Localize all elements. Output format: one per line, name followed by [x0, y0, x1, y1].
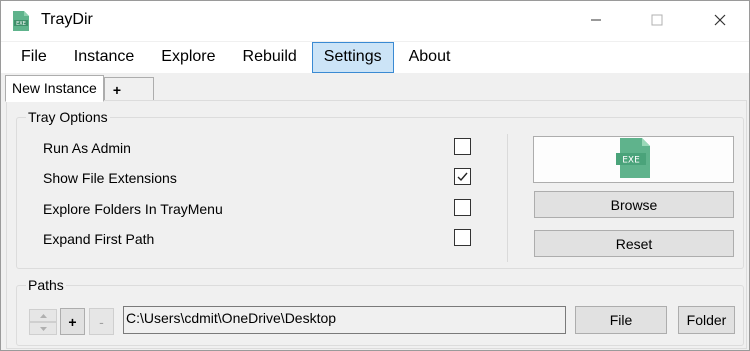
move-up-button[interactable]	[29, 309, 57, 322]
tab-new-instance[interactable]: New Instance	[5, 75, 104, 102]
menu-explore[interactable]: Explore	[149, 42, 227, 73]
folder-button[interactable]: Folder	[678, 306, 735, 334]
menu-about[interactable]: About	[397, 42, 463, 73]
close-icon	[714, 14, 726, 29]
paths-title: Paths	[26, 277, 66, 293]
minimize-icon	[590, 14, 602, 29]
tray-options-title: Tray Options	[26, 109, 110, 125]
add-path-button[interactable]: +	[60, 308, 85, 335]
tray-icon-button[interactable]: EXE	[533, 136, 734, 183]
app-window: EXE TrayDir File Instance Explore Rebuil…	[0, 0, 750, 351]
path-order-spinner	[29, 309, 57, 335]
window-title: TrayDir	[41, 11, 93, 28]
exe-file-icon: EXE	[12, 11, 30, 31]
chevron-down-icon	[39, 326, 47, 331]
reset-button[interactable]: Reset	[534, 230, 734, 257]
svg-text:EXE: EXE	[622, 156, 640, 166]
expand-first-path-checkbox[interactable]	[454, 229, 471, 246]
show-file-extensions-checkbox[interactable]	[454, 168, 471, 185]
paths-group: Paths + - C:\Users\cdmit\OneDrive\Deskto…	[16, 277, 744, 346]
option-expand-first-path-label: Expand First Path	[43, 231, 155, 247]
move-down-button[interactable]	[29, 322, 57, 335]
title-bar[interactable]: EXE TrayDir	[1, 1, 749, 41]
maximize-button[interactable]	[634, 1, 680, 41]
minimize-button[interactable]	[573, 1, 619, 41]
menu-bar: File Instance Explore Rebuild Settings A…	[1, 42, 749, 73]
maximize-icon	[651, 14, 663, 29]
option-run-as-admin-label: Run As Admin	[43, 140, 131, 156]
explore-folders-checkbox[interactable]	[454, 199, 471, 216]
close-button[interactable]	[697, 1, 743, 41]
menu-settings[interactable]: Settings	[311, 42, 394, 73]
run-as-admin-checkbox[interactable]	[454, 138, 471, 155]
checkmark-icon	[457, 172, 468, 182]
option-explore-folders-label: Explore Folders In TrayMenu	[43, 201, 223, 217]
path-field[interactable]: C:\Users\cdmit\OneDrive\Desktop	[123, 306, 566, 334]
chevron-up-icon	[39, 313, 47, 318]
exe-file-icon: EXE	[615, 138, 652, 181]
option-show-file-extensions-label: Show File Extensions	[43, 170, 177, 186]
tab-add[interactable]: +	[103, 77, 154, 101]
tray-options-group: Tray Options Run As Admin Show File Exte…	[16, 109, 744, 269]
tab-panel: Tray Options Run As Admin Show File Exte…	[6, 100, 747, 349]
browse-button[interactable]: Browse	[534, 191, 734, 218]
menu-rebuild[interactable]: Rebuild	[231, 42, 309, 73]
menu-file[interactable]: File	[9, 42, 59, 73]
remove-path-button[interactable]: -	[89, 308, 114, 335]
menu-instance[interactable]: Instance	[62, 42, 146, 73]
svg-text:EXE: EXE	[16, 21, 26, 27]
file-button[interactable]: File	[575, 306, 667, 334]
instance-tabs: New Instance +	[5, 75, 154, 102]
vertical-separator	[507, 134, 508, 262]
